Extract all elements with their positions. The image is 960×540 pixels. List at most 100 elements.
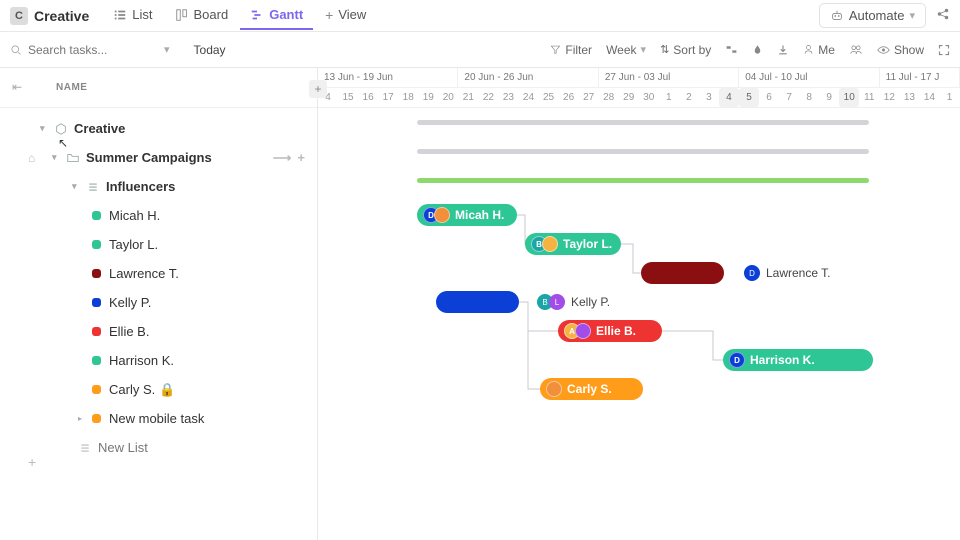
summary-bar[interactable]	[417, 120, 869, 125]
day-header[interactable]: 6	[759, 88, 779, 107]
summary-bar[interactable]	[417, 149, 869, 154]
download-icon	[777, 44, 789, 56]
summary-bar[interactable]	[417, 178, 869, 183]
day-header[interactable]: 9	[819, 88, 839, 107]
day-header[interactable]: 19	[418, 88, 438, 107]
task-row[interactable]: Kelly P.	[0, 288, 317, 317]
search-box[interactable]: ▾	[10, 43, 170, 57]
slack-toggle[interactable]	[752, 43, 763, 56]
day-header[interactable]: 7	[779, 88, 799, 107]
today-button[interactable]: Today	[194, 43, 226, 57]
day-header[interactable]: 12	[879, 88, 899, 107]
day-header[interactable]: 26	[559, 88, 579, 107]
timeline-days: 4151617181920212223242526272829301234567…	[318, 88, 960, 108]
folder-row[interactable]: ⌂ ▾ Summer Campaigns ⟶ +	[0, 143, 317, 172]
status-square[interactable]	[92, 269, 101, 278]
day-header[interactable]: 25	[539, 88, 559, 107]
day-header[interactable]: 21	[458, 88, 478, 107]
me-label: Me	[818, 43, 835, 57]
gantt-bar[interactable]	[436, 291, 519, 313]
status-square[interactable]	[92, 298, 101, 307]
sortby-button[interactable]: ⇅ Sort by	[660, 43, 711, 57]
tab-board[interactable]: Board	[165, 1, 239, 30]
status-square[interactable]	[92, 327, 101, 336]
fullscreen-button[interactable]	[938, 44, 950, 56]
gantt-bar[interactable]: Carly S.	[540, 378, 643, 400]
automate-button[interactable]: Automate ▾	[819, 3, 926, 28]
collapse-toggle-icon[interactable]: ▾	[72, 181, 77, 192]
day-header[interactable]: 1	[659, 88, 679, 107]
add-row-button[interactable]: +	[28, 454, 36, 470]
day-header[interactable]: 27	[579, 88, 599, 107]
home-icon[interactable]: ⌂	[28, 151, 35, 165]
task-row[interactable]: Lawrence T.	[0, 259, 317, 288]
gantt-bar[interactable]: DMicah H.	[417, 204, 517, 226]
day-header[interactable]: 15	[338, 88, 358, 107]
day-header[interactable]: 11	[859, 88, 879, 107]
day-header[interactable]: 5	[739, 88, 759, 107]
day-header[interactable]: 1	[939, 88, 959, 107]
day-header[interactable]: 28	[599, 88, 619, 107]
filter-button[interactable]: Filter	[550, 43, 592, 57]
day-header[interactable]: 29	[619, 88, 639, 107]
collapse-toggle-icon[interactable]: ▾	[52, 152, 57, 163]
eye-icon	[877, 45, 890, 55]
collapse-sidebar-icon[interactable]: ⇤	[12, 80, 22, 94]
week-header: 27 Jun - 03 Jul	[599, 68, 739, 87]
add-icon[interactable]: +	[297, 150, 305, 166]
list-row[interactable]: ▾ Influencers	[0, 172, 317, 201]
day-header[interactable]: 18	[398, 88, 418, 107]
expand-toggle-icon[interactable]: ▸	[78, 414, 82, 423]
day-header[interactable]: 8	[799, 88, 819, 107]
gantt-bar[interactable]	[641, 262, 724, 284]
workspace-title[interactable]: C Creative	[10, 7, 89, 25]
space-row[interactable]: ▾ Creative	[0, 114, 317, 143]
day-header[interactable]: 30	[639, 88, 659, 107]
day-header[interactable]: 4	[719, 88, 739, 107]
export-button[interactable]	[777, 44, 789, 56]
collapse-toggle-icon[interactable]: ▾	[40, 123, 45, 134]
search-input[interactable]	[28, 43, 158, 57]
task-label: Taylor L.	[109, 237, 158, 252]
open-arrow-icon[interactable]: ⟶	[273, 150, 292, 166]
task-row[interactable]: Ellie B.	[0, 317, 317, 346]
tab-gantt[interactable]: Gantt	[240, 1, 313, 30]
day-header[interactable]: 16	[358, 88, 378, 107]
day-header[interactable]: 14	[919, 88, 939, 107]
day-header[interactable]: 23	[498, 88, 518, 107]
me-filter[interactable]: Me	[803, 43, 835, 57]
day-header[interactable]: 3	[699, 88, 719, 107]
status-square[interactable]	[92, 414, 101, 423]
tab-list[interactable]: List	[103, 1, 162, 30]
gantt-bar[interactable]: BTaylor L.	[525, 233, 621, 255]
share-icon[interactable]	[936, 7, 950, 24]
critical-path-toggle[interactable]	[725, 43, 738, 56]
tab-add-view[interactable]: + View	[315, 1, 376, 31]
status-square[interactable]	[92, 211, 101, 220]
assignees-button[interactable]	[849, 44, 863, 56]
status-square[interactable]	[92, 356, 101, 365]
task-row[interactable]: Carly S. 🔒	[0, 375, 317, 404]
day-header[interactable]: 17	[378, 88, 398, 107]
day-header[interactable]: 24	[518, 88, 538, 107]
day-header[interactable]: 13	[899, 88, 919, 107]
day-header[interactable]: 22	[478, 88, 498, 107]
gantt-bar[interactable]: DHarrison K.	[723, 349, 873, 371]
gantt-bar[interactable]: AEllie B.	[558, 320, 662, 342]
task-row[interactable]: Taylor L.	[0, 230, 317, 259]
gantt-canvas[interactable]: 13 Jun - 19 Jun20 Jun - 26 Jun27 Jun - 0…	[318, 68, 960, 540]
add-task-button[interactable]: +	[309, 80, 327, 98]
avatar: D	[729, 352, 745, 368]
new-list-row[interactable]: New List	[0, 433, 317, 462]
show-button[interactable]: Show	[877, 43, 924, 57]
status-square[interactable]	[92, 385, 101, 394]
task-row[interactable]: ▸New mobile task	[0, 404, 317, 433]
chevron-down-icon[interactable]: ▾	[164, 43, 170, 56]
task-row[interactable]: Micah H.	[0, 201, 317, 230]
status-square[interactable]	[92, 240, 101, 249]
day-header[interactable]: 2	[679, 88, 699, 107]
day-header[interactable]: 20	[438, 88, 458, 107]
task-row[interactable]: Harrison K.	[0, 346, 317, 375]
day-header[interactable]: 10	[839, 88, 859, 107]
zoom-select[interactable]: Week ▾	[606, 43, 646, 57]
